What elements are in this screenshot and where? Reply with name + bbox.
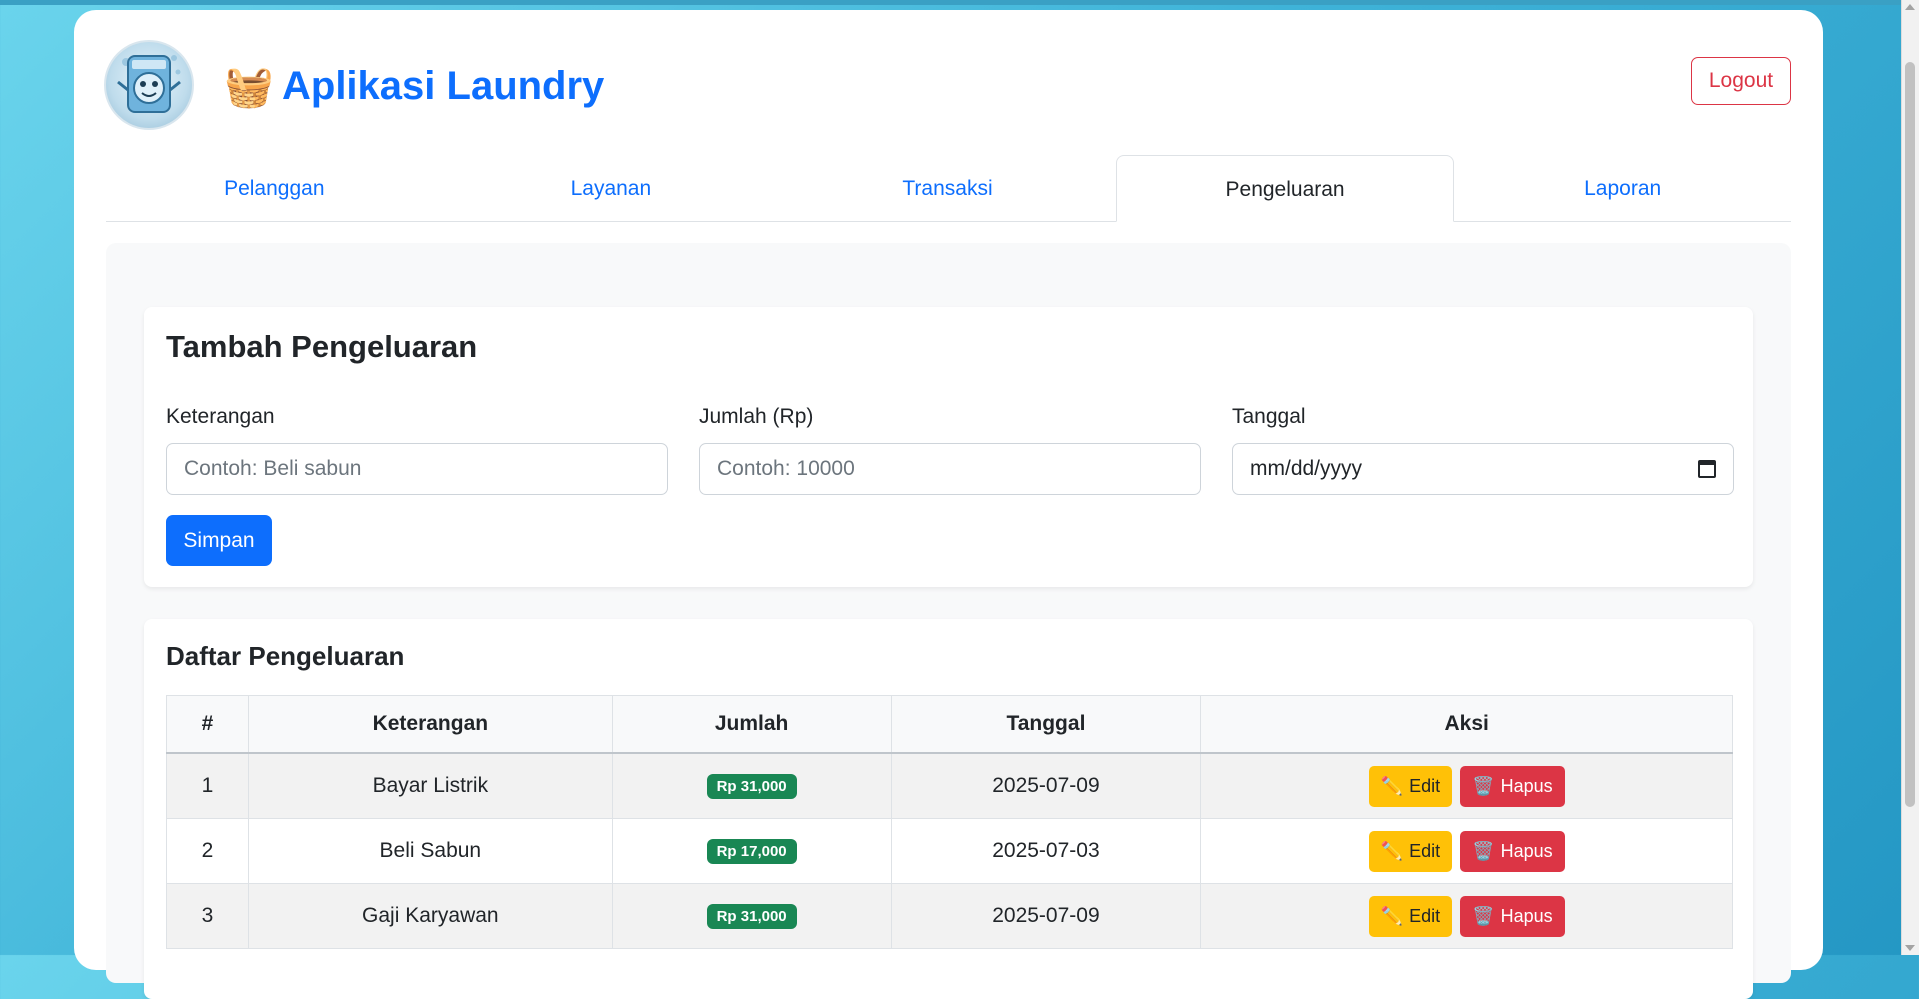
delete-button[interactable]: 🗑️ Hapus (1460, 830, 1565, 872)
tab-pelanggan[interactable]: Pelanggan (106, 155, 443, 221)
edit-button[interactable]: ✏️ Edit (1368, 895, 1453, 937)
table-row: 1 Bayar Listrik Rp 31,000 2025-07-09 ✏️ E… (166, 752, 1733, 819)
tanggal-date-input[interactable]: mm/dd/yyyy (1232, 443, 1734, 495)
col-header-tanggal: Tanggal (890, 695, 1202, 754)
col-header-jumlah: Jumlah (611, 695, 892, 754)
row-number: 2 (166, 818, 249, 884)
app-logo (104, 40, 194, 130)
pencil-icon: ✏️ (1380, 775, 1404, 796)
amount-badge: Rp 31,000 (706, 904, 797, 929)
tab-pengeluaran[interactable]: Pengeluaran (1115, 155, 1455, 222)
pencil-icon: ✏️ (1380, 905, 1404, 926)
app-title: Aplikasi Laundry (282, 64, 605, 108)
row-tanggal: 2025-07-09 (890, 883, 1202, 949)
scrollbar-thumb[interactable] (1905, 62, 1915, 807)
delete-label: Hapus (1500, 775, 1553, 796)
row-jumlah-cell: Rp 31,000 (611, 883, 892, 949)
col-header-number: # (166, 695, 249, 754)
logout-button[interactable]: Logout (1691, 57, 1791, 105)
row-actions: ✏️ Edit 🗑️ Hapus (1200, 883, 1733, 949)
expense-table: # Keterangan Jumlah Tanggal Aksi 1 Bayar… (166, 695, 1733, 949)
calendar-icon[interactable] (1698, 460, 1716, 478)
trash-icon: 🗑️ (1472, 775, 1495, 796)
delete-label: Hapus (1500, 840, 1553, 861)
amount-badge: Rp 17,000 (706, 839, 797, 864)
edit-button[interactable]: ✏️ Edit (1368, 765, 1453, 807)
table-row: 3 Gaji Karyawan Rp 31,000 2025-07-09 ✏️ E… (166, 883, 1733, 949)
jumlah-label: Jumlah (Rp) (699, 405, 814, 428)
delete-button[interactable]: 🗑️ Hapus (1460, 765, 1565, 807)
row-number: 3 (166, 883, 249, 949)
jumlah-input[interactable] (699, 443, 1201, 495)
row-tanggal: 2025-07-09 (890, 752, 1202, 819)
edit-label: Edit (1409, 840, 1441, 861)
row-keterangan: Beli Sabun (247, 818, 613, 884)
col-header-aksi: Aksi (1200, 695, 1733, 754)
washing-machine-mascot-icon (117, 55, 181, 113)
tab-layanan[interactable]: Layanan (443, 155, 780, 221)
amount-badge: Rp 31,000 (706, 774, 797, 799)
row-keterangan: Bayar Listrik (247, 752, 613, 819)
pencil-icon: ✏️ (1380, 840, 1404, 861)
basket-icon: 🧺 (224, 65, 274, 109)
page-scrollbar[interactable] (1901, 0, 1919, 955)
tab-transaksi[interactable]: Transaksi (779, 155, 1116, 221)
row-keterangan: Gaji Karyawan (247, 883, 613, 949)
keterangan-label: Keterangan (166, 405, 275, 428)
trash-icon: 🗑️ (1472, 840, 1495, 861)
save-button[interactable]: Simpan (166, 515, 272, 566)
date-value: mm/dd/yyyy (1250, 457, 1363, 480)
add-expense-card: Tambah Pengeluaran Keterangan Jumlah (Rp… (144, 307, 1753, 587)
row-jumlah-cell: Rp 31,000 (611, 752, 892, 819)
tab-laporan[interactable]: Laporan (1454, 155, 1791, 221)
edit-label: Edit (1409, 775, 1441, 796)
table-row: 2 Beli Sabun Rp 17,000 2025-07-03 ✏️ Edit… (166, 818, 1733, 884)
tanggal-label: Tanggal (1232, 405, 1306, 428)
row-tanggal: 2025-07-03 (890, 818, 1202, 884)
form-title: Tambah Pengeluaran (166, 329, 478, 364)
keterangan-input[interactable] (166, 443, 668, 495)
window-top-edge (0, 0, 1919, 5)
delete-button[interactable]: 🗑️ Hapus (1460, 895, 1565, 937)
tab-content-panel: Tambah Pengeluaran Keterangan Jumlah (Rp… (106, 243, 1791, 999)
list-title: Daftar Pengeluaran (166, 641, 405, 671)
delete-label: Hapus (1500, 905, 1553, 926)
row-actions: ✏️ Edit 🗑️ Hapus (1200, 818, 1733, 884)
row-actions: ✏️ Edit 🗑️ Hapus (1200, 752, 1733, 819)
expense-list-card: Daftar Pengeluaran # Keterangan Jumlah T… (144, 619, 1753, 999)
trash-icon: 🗑️ (1472, 905, 1495, 926)
main-card: 🧺 Aplikasi Laundry Logout Pelanggan Laya… (74, 10, 1823, 999)
edit-label: Edit (1409, 905, 1441, 926)
scroll-up-arrow-icon[interactable] (1905, 4, 1915, 10)
edit-button[interactable]: ✏️ Edit (1368, 830, 1453, 872)
row-jumlah-cell: Rp 17,000 (611, 818, 892, 884)
col-header-keterangan: Keterangan (247, 695, 613, 754)
scroll-down-arrow-icon[interactable] (1905, 945, 1915, 951)
nav-tabs: Pelanggan Layanan Transaksi Pengeluaran … (106, 155, 1791, 222)
row-number: 1 (166, 752, 249, 819)
table-header-row: # Keterangan Jumlah Tanggal Aksi (166, 695, 1733, 754)
